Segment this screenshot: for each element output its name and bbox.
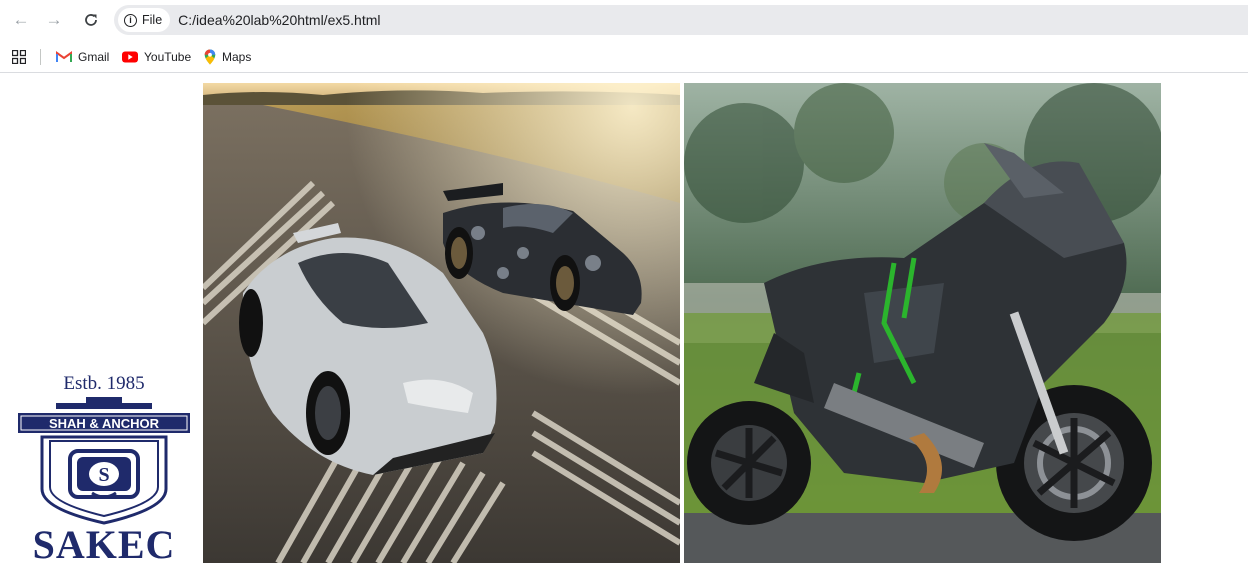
reload-button[interactable] — [77, 6, 105, 34]
logo-name-text: SAKEC — [32, 522, 176, 567]
bike-photo — [684, 83, 1161, 563]
cars-photo — [203, 83, 680, 563]
maps-icon — [204, 49, 216, 65]
page-content: Estb. 1985 SHAH & ANCHOR S SAKEC — [0, 74, 1248, 567]
site-info-chip[interactable]: i File — [118, 8, 171, 32]
address-bar[interactable]: i File C:/idea%20lab%20html/ex5.html — [114, 5, 1248, 35]
url-text[interactable]: C:/idea%20lab%20html/ex5.html — [178, 12, 380, 28]
shield-emblem-icon: SHAH & ANCHOR S — [18, 397, 190, 525]
back-button[interactable]: ← — [7, 6, 35, 34]
bookmarks-divider — [40, 49, 41, 65]
cars-image — [203, 83, 680, 563]
scheme-label: File — [142, 13, 163, 27]
youtube-icon — [122, 51, 138, 63]
forward-button[interactable]: → — [40, 6, 68, 34]
back-arrow-icon: ← — [12, 10, 30, 29]
bookmark-label: YouTube — [144, 50, 192, 64]
logo-banner-text: SHAH & ANCHOR — [49, 416, 160, 431]
reload-icon — [85, 14, 97, 26]
bookmark-label: Maps — [222, 50, 252, 64]
bookmark-youtube[interactable]: YouTube — [122, 48, 191, 66]
sakec-logo: Estb. 1985 SHAH & ANCHOR S SAKEC — [16, 373, 192, 567]
logo-established-text: Estb. 1985 — [63, 373, 145, 394]
bookmark-maps[interactable]: Maps — [204, 48, 251, 66]
bike-image — [684, 83, 1161, 563]
apps-grid-icon[interactable] — [12, 50, 26, 64]
browser-toolbar: ← → i File C:/idea%20lab%20html/ex5.html — [0, 0, 1248, 40]
bookmark-gmail[interactable]: Gmail — [56, 48, 109, 66]
bookmark-label: Gmail — [78, 50, 110, 64]
gmail-icon — [56, 51, 72, 62]
info-icon: i — [124, 13, 137, 27]
logo-monogram: S — [98, 464, 109, 486]
bookmarks-bar: Gmail YouTube Maps — [0, 40, 1248, 73]
forward-arrow-icon: → — [45, 10, 63, 29]
